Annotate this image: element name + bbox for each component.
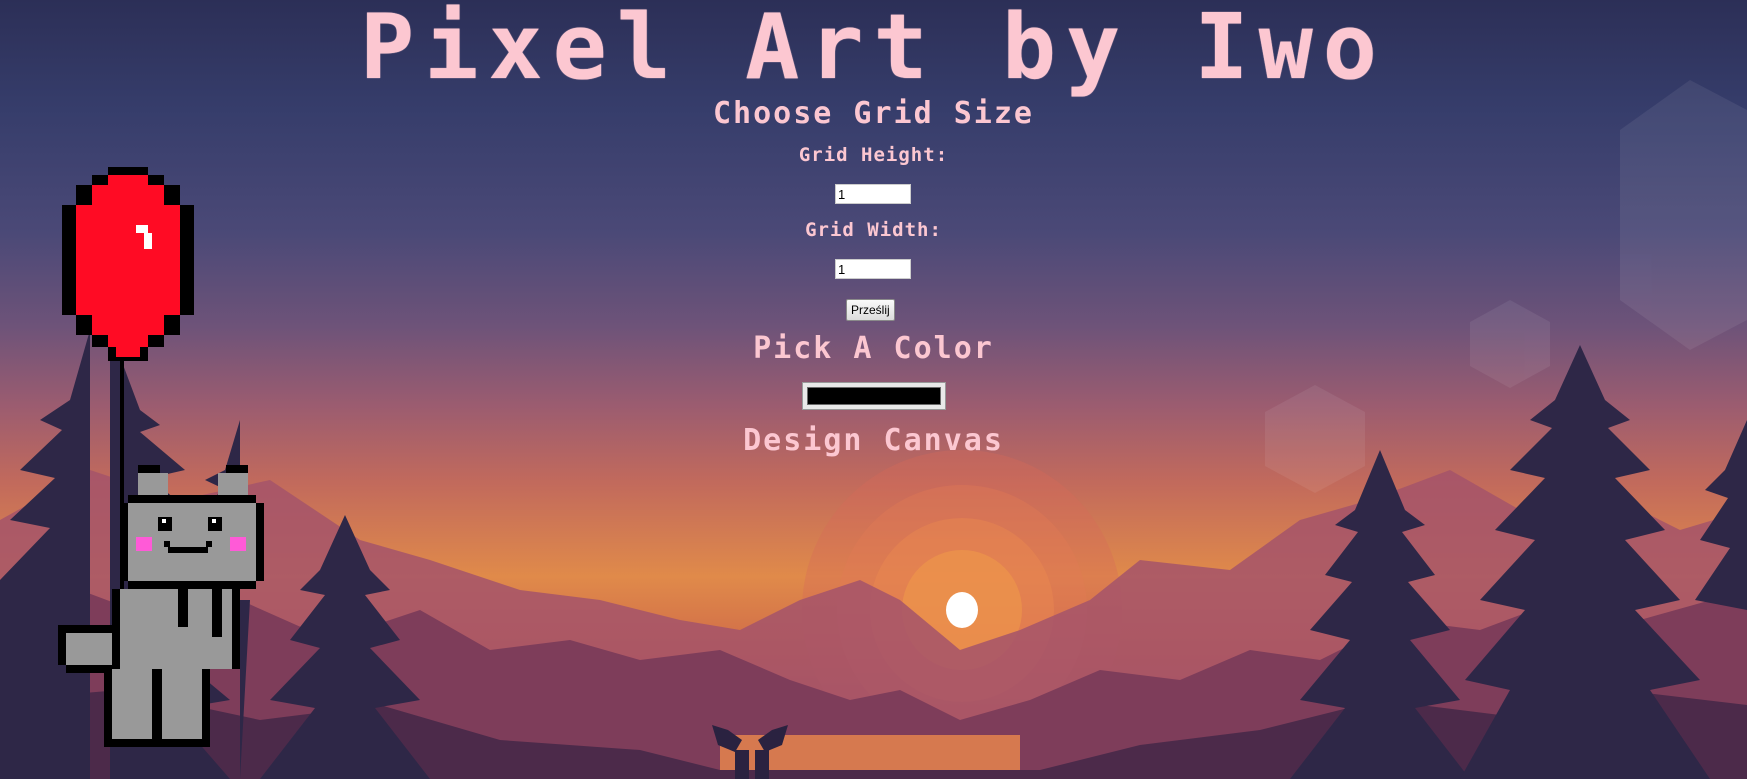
- grid-width-input[interactable]: [835, 259, 911, 279]
- pixel-cat-balloon-image: [58, 167, 264, 747]
- pixel-cat: [58, 465, 264, 747]
- sun: [946, 592, 978, 628]
- grid-height-input[interactable]: [835, 184, 911, 204]
- page-title: Pixel Art by Iwo: [360, 0, 1387, 100]
- grid-height-label: Grid Height:: [798, 144, 949, 166]
- submit-button[interactable]: Prześlij: [846, 299, 895, 321]
- color-swatch: [807, 387, 941, 405]
- grid-size-heading: Choose Grid Size: [713, 96, 1034, 131]
- color-picker[interactable]: [802, 382, 946, 410]
